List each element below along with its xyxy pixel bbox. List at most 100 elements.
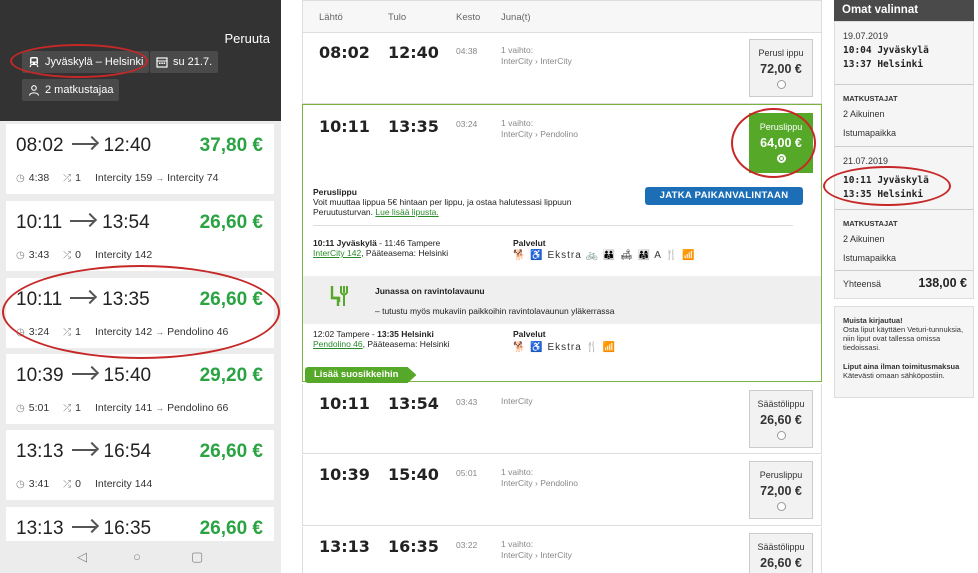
duration: 03:24 — [456, 119, 478, 129]
divider — [835, 84, 973, 85]
add-to-favorites-button[interactable]: Lisää suosikkeihin — [305, 367, 417, 383]
journey-card[interactable]: 13:13 16:54 26,60 € ◷ 3:41 ⤮ 0 Intercity 144 — [6, 430, 274, 500]
train-types: InterCity › Pendolino — [501, 129, 579, 139]
train-link[interactable]: InterCity 142 — [313, 248, 361, 258]
fare-radio[interactable] — [776, 80, 786, 89]
fare-price: 72,00 € — [760, 62, 802, 76]
clock-icon: ◷ — [16, 250, 25, 261]
ticket-text: Peruutusturvan. — [313, 207, 374, 217]
expanded-result-row[interactable]: 10:11 13:35 03:24 1 vaihto: InterCity › P… — [302, 104, 822, 383]
person-icon — [28, 85, 40, 96]
fare-option[interactable]: Perusl ippu 72,00 € — [749, 39, 813, 97]
home-icon[interactable]: ○ — [133, 549, 141, 564]
train-name: Intercity 74 — [167, 172, 219, 184]
arrival-time: 15:40 — [103, 365, 152, 386]
train-info: 1 vaihto: InterCity › InterCity — [501, 45, 572, 67]
leg-1: 10:11 Jyväskylä - 11:46 Tampere InterCit… — [313, 238, 448, 258]
train-name: Pendolino 46 — [167, 326, 229, 338]
arrival-time: 13:54 — [388, 394, 439, 413]
train-name: Pendolino 66 — [167, 402, 229, 414]
journey-price: 37,80 € — [199, 135, 263, 156]
recents-icon[interactable]: ▢ — [191, 549, 203, 565]
departure-time: 13:13 — [16, 518, 64, 539]
restaurant-text: Junassa on ravintolavaunu – tutustu myös… — [375, 286, 615, 316]
journey-card[interactable]: 10:11 13:54 26,60 € ◷ 3:43 ⤮ 0 Intercity 142 — [6, 201, 274, 271]
duration: 3:24 — [28, 326, 50, 338]
departure-time: 13:13 — [16, 441, 64, 462]
passengers-chip[interactable]: 2 matkustajaa — [22, 79, 120, 101]
train-link[interactable]: Pendolino 46 — [313, 339, 363, 349]
info-title: Muista kirjautua! — [843, 316, 903, 325]
departure-time: 10:39 — [16, 365, 64, 386]
outbound-departure: 10:04 Jyväskylä — [843, 45, 929, 56]
journey-card[interactable]: 08:02 12:40 37,80 € ◷ 4:38 ⤮ 1 Intercity 159 … — [6, 124, 274, 194]
arrival-time: 12:40 — [388, 43, 439, 62]
fare-radio[interactable] — [776, 154, 786, 163]
clock-icon: ◷ — [16, 403, 25, 414]
clock-icon: ◷ — [16, 479, 25, 490]
result-row[interactable]: 10:11 13:54 03:43 InterCity Säästölippu 2… — [302, 384, 822, 454]
journey-price: 26,60 € — [199, 518, 263, 539]
train-name: Intercity 159 — [95, 172, 153, 184]
journey-meta: ◷ 3:43 ⤮ 0 Intercity 142 — [16, 249, 152, 261]
restaurant-car-banner: Junassa on ravintolavaunu – tutustu myös… — [303, 276, 821, 324]
date-chip[interactable]: su 21.7. — [150, 51, 219, 73]
header-duration: Kesto — [456, 12, 481, 23]
result-row[interactable]: 08:02 12:40 04:38 1 vaihto: InterCity › I… — [302, 33, 822, 104]
duration: 5:01 — [28, 402, 50, 414]
selections-box: 19.07.2019 10:04 Jyväskylä 13:37 Helsink… — [834, 21, 974, 299]
fare-price: 64,00 € — [760, 136, 802, 150]
restaurant-title: Junassa on ravintolavaunu — [375, 286, 485, 296]
departure-time: 10:11 — [16, 212, 63, 233]
info-text: Kätevästi omaan sähköpostiin. — [843, 371, 945, 380]
route-text: Jyväskylä – Helsinki — [45, 56, 144, 68]
leg-arrival: 13:35 Helsinki — [377, 329, 434, 339]
delivery-info: Liput aina ilman toimitusmaksua Kätevästi… — [843, 362, 969, 380]
continue-seat-selection-button[interactable]: JATKA PAIKANVALINTAAN — [645, 187, 803, 205]
fare-option[interactable]: Peruslippu 72,00 € — [749, 461, 813, 519]
return-departure: 10:11 Jyväskylä — [843, 175, 929, 186]
changes: 0 — [75, 478, 82, 490]
passengers-text: 2 matkustajaa — [45, 84, 114, 96]
ticket-text: Voit muuttaa lippua 5€ hintaan per lippu… — [313, 197, 572, 207]
fare-radio[interactable] — [776, 431, 786, 440]
clock-icon: ◷ — [16, 173, 25, 184]
fare-type: Peruslippu — [759, 122, 803, 132]
arrival-time: 15:40 — [388, 465, 439, 484]
route-chip[interactable]: Jyväskylä – Helsinki — [22, 51, 150, 73]
services-icons: 🐕 ♿ Ekstra 🍴 📶 — [513, 342, 617, 353]
outbound-date: 19.07.2019 — [843, 31, 889, 41]
services-label: Palvelut — [513, 238, 546, 248]
fare-option[interactable]: Säästölippu 26,60 € — [749, 390, 813, 448]
changes: 1 — [75, 326, 82, 338]
fare-option[interactable]: Säästölippu 26,60 € — [749, 533, 813, 573]
read-more-link[interactable]: Lue lisää lipusta. — [375, 207, 438, 217]
journey-price: 26,60 € — [199, 441, 263, 462]
arrival-time: 13:54 — [102, 212, 150, 233]
date-text: su 21.7. — [173, 56, 213, 68]
journey-card[interactable]: 10:39 15:40 29,20 € ◷ 5:01 ⤮ 1 Intercity 141 … — [6, 354, 274, 424]
changes-text: 1 vaihto: — [501, 539, 534, 549]
arrival-time: 16:35 — [103, 518, 152, 539]
fare-radio[interactable] — [776, 502, 786, 511]
restaurant-desc: – tutustu myös mukaviin paikkoihin ravin… — [375, 306, 615, 316]
fare-price: 26,60 € — [760, 556, 802, 570]
changes-text: 1 vaihto: — [501, 45, 534, 55]
divider — [835, 146, 973, 147]
train-types: InterCity › Pendolino — [501, 478, 579, 488]
header-arrival: Tulo — [388, 12, 407, 23]
duration: 4:38 — [28, 172, 50, 184]
result-row[interactable]: 13:13 16:35 03:22 1 vaihto: InterCity › I… — [302, 527, 822, 573]
departure-time: 08:02 — [16, 135, 64, 156]
fare-option-selected[interactable]: Peruslippu 64,00 € — [749, 113, 813, 173]
train-types: InterCity — [501, 396, 533, 406]
terminus: , Pääteasema: Helsinki — [361, 248, 449, 258]
journey-card[interactable]: 10:11 13:35 26,60 € ◷ 3:24 ⤮ 1 Intercity 142 … — [6, 278, 274, 348]
fare-type: Säästölippu — [757, 399, 805, 409]
result-row[interactable]: 10:39 15:40 05:01 1 vaihto: InterCity › P… — [302, 455, 822, 526]
return-passengers: 2 Aikuinen — [843, 234, 885, 244]
back-icon[interactable]: ◁ — [77, 549, 87, 565]
leg-departure: 10:11 Jyväskylä — [313, 238, 377, 248]
fare-type: Peruslippu — [759, 470, 803, 480]
cancel-link[interactable]: Peruuta — [224, 31, 270, 46]
